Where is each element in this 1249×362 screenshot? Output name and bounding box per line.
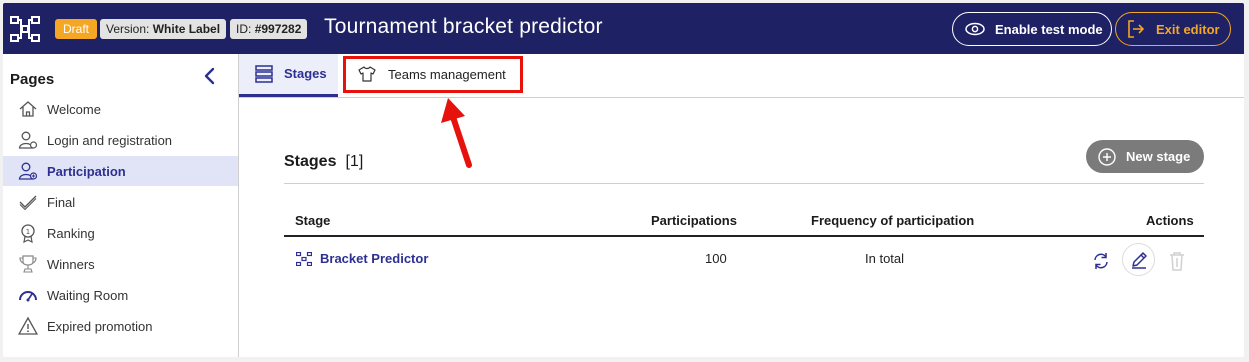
version-badge: Version: White Label: [100, 19, 227, 39]
stages-count: [1]: [345, 153, 364, 170]
frequency-value: In total: [865, 251, 905, 266]
edit-button[interactable]: [1122, 243, 1155, 276]
sidebar-title: Pages: [10, 71, 55, 88]
plus-circle-icon: [1098, 147, 1116, 166]
sidebar-item-label: Winners: [47, 256, 95, 272]
sidebar-item-waiting-room[interactable]: Waiting Room: [3, 280, 238, 310]
table-header-rule: [284, 235, 1204, 237]
trophy-icon: [19, 255, 37, 273]
sidebar-item-label: Final: [47, 194, 76, 210]
new-stage-label: New stage: [1126, 149, 1191, 164]
bracket-icon: [296, 251, 312, 266]
sidebar: Pages Welcome Login and registration Par…: [3, 54, 239, 357]
sidebar-item-participation[interactable]: Participation: [3, 156, 238, 186]
sidebar-item-label: Ranking: [47, 225, 95, 241]
version-prefix: Version:: [106, 22, 150, 36]
chevron-left-icon[interactable]: [201, 66, 219, 86]
medal-icon: 1: [21, 224, 35, 243]
bracket-logo-icon: [10, 16, 40, 42]
column-header-stage: Stage: [295, 213, 331, 228]
section-title: Stages [1]: [284, 153, 363, 171]
tab-highlight-box: [343, 56, 523, 93]
draft-badge: Draft: [55, 19, 97, 39]
sidebar-item-expired-promotion[interactable]: Expired promotion: [3, 311, 238, 341]
column-header-actions: Actions: [1146, 213, 1194, 228]
page-title: Tournament bracket predictor: [324, 15, 603, 38]
tab-stages[interactable]: Stages: [239, 54, 338, 97]
refresh-icon[interactable]: [1092, 252, 1110, 270]
annotation-arrow-icon: [441, 98, 472, 168]
eye-icon: [965, 22, 985, 36]
gauge-icon: [19, 291, 37, 302]
user-participation-icon: [18, 162, 38, 180]
sidebar-item-winners[interactable]: Winners: [3, 249, 238, 279]
sidebar-item-label: Participation: [47, 163, 126, 179]
sidebar-item-final[interactable]: Final: [3, 187, 238, 217]
stage-name: Bracket Predictor: [320, 251, 429, 266]
exit-editor-button[interactable]: Exit editor: [1115, 12, 1231, 46]
app-window: Draft Version: White Label ID: #997282 T…: [3, 3, 1244, 357]
id-value: #997282: [254, 22, 302, 36]
sidebar-item-label: Waiting Room: [47, 287, 129, 303]
sidebar-item-label: Expired promotion: [47, 318, 153, 334]
sidebar-item-welcome[interactable]: Welcome: [3, 94, 238, 124]
svg-text:1: 1: [26, 228, 30, 236]
top-bar: Draft Version: White Label ID: #997282 T…: [3, 3, 1244, 54]
sidebar-item-label: Welcome: [47, 101, 101, 117]
tab-stages-label: Stages: [284, 66, 327, 81]
new-stage-button[interactable]: New stage: [1086, 140, 1204, 173]
check-icon: [19, 195, 37, 211]
id-prefix: ID:: [236, 22, 252, 36]
sidebar-item-ranking[interactable]: 1 Ranking: [3, 218, 238, 248]
column-header-frequency: Frequency of participation: [811, 213, 975, 228]
column-header-participations: Participations: [651, 213, 737, 228]
exit-icon: [1128, 20, 1144, 38]
pencil-icon: [1131, 251, 1147, 269]
id-badge: ID: #997282: [230, 19, 308, 39]
home-icon: [19, 101, 37, 117]
trash-icon[interactable]: [1168, 251, 1186, 271]
stages-heading: Stages: [284, 153, 337, 170]
participations-value: 100: [705, 251, 727, 266]
exit-editor-label: Exit editor: [1156, 21, 1220, 37]
sidebar-item-label: Login and registration: [47, 132, 173, 148]
enable-test-mode-button[interactable]: Enable test mode: [952, 12, 1112, 46]
sidebar-item-login[interactable]: Login and registration: [3, 125, 238, 155]
section-divider: [284, 183, 1204, 184]
warning-icon: [18, 316, 38, 335]
table-row-stage-link[interactable]: Bracket Predictor: [296, 251, 428, 266]
enable-test-mode-label: Enable test mode: [995, 21, 1103, 37]
list-icon: [255, 65, 273, 83]
user-login-icon: [18, 131, 38, 149]
version-value: White Label: [152, 22, 221, 36]
